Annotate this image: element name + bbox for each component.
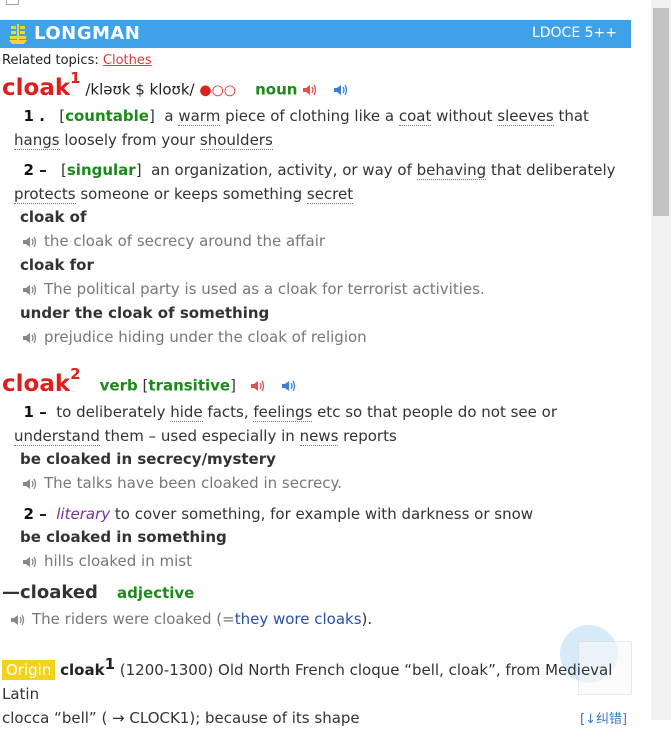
grammar-code: transitive bbox=[148, 376, 231, 395]
part-of-speech: adjective bbox=[117, 584, 195, 602]
collocation: be cloaked in secrecy/mystery bbox=[20, 450, 276, 468]
example-audio-icon[interactable] bbox=[22, 283, 38, 297]
derived-dash: — bbox=[2, 582, 20, 603]
example-audio-icon[interactable] bbox=[22, 555, 38, 569]
example-text: prejudice hiding under the cloak of reli… bbox=[44, 328, 367, 346]
homograph-number: 2 bbox=[70, 365, 81, 383]
part-of-speech: verb bbox=[99, 376, 138, 395]
sense-1: 1 . [countable] a warm piece of clothing… bbox=[14, 107, 589, 150]
example: prejudice hiding under the cloak of reli… bbox=[22, 328, 367, 346]
collocation: cloak of bbox=[20, 208, 87, 226]
american-audio-icon[interactable] bbox=[333, 83, 349, 97]
word-link[interactable]: shoulders bbox=[199, 131, 273, 150]
american-audio-icon[interactable] bbox=[281, 379, 297, 393]
word-link[interactable]: warm bbox=[178, 107, 221, 126]
headword: cloak2 bbox=[2, 365, 81, 397]
example-text: The political party is used as a cloak f… bbox=[44, 280, 485, 298]
checkbox[interactable] bbox=[6, 0, 19, 5]
example: The political party is used as a cloak f… bbox=[22, 280, 485, 298]
sense-2: 2 – [singular] an organization, activity… bbox=[14, 161, 616, 204]
derived-word: cloaked bbox=[20, 582, 98, 603]
related-topics-label: Related topics: bbox=[2, 53, 99, 68]
grammar-code: countable bbox=[65, 107, 149, 125]
word-link[interactable]: understand bbox=[14, 427, 100, 446]
word-link[interactable]: feelings bbox=[253, 403, 313, 422]
word-link[interactable]: sleeves bbox=[497, 107, 554, 126]
headword-text: cloak bbox=[2, 370, 71, 397]
example-audio-icon[interactable] bbox=[10, 613, 26, 627]
entry-header-verb: cloak2 verb [transitive] bbox=[2, 365, 297, 397]
origin-homograph: 1 bbox=[104, 655, 115, 673]
example-text: The talks have been cloaked in secrecy. bbox=[44, 474, 343, 492]
word-link[interactable]: hide bbox=[170, 403, 203, 422]
sense-number: 2 – bbox=[23, 161, 47, 179]
etymology: Origin cloak1 (1200-1300) Old North Fren… bbox=[2, 652, 632, 730]
part-of-speech: noun bbox=[255, 80, 298, 99]
example-audio-icon[interactable] bbox=[22, 235, 38, 249]
pronunciation: /kləʊk $ kloʊk/ bbox=[85, 80, 195, 99]
verb-sense-2: 2 – literary to cover something, for exa… bbox=[14, 502, 626, 526]
british-audio-icon[interactable] bbox=[250, 379, 266, 393]
headword: cloak1 bbox=[2, 69, 81, 101]
dictionary-banner: LONGMAN LDOCE 5++ bbox=[0, 20, 631, 48]
sense-number: 1 . bbox=[23, 107, 45, 125]
example-text: hills cloaked in mist bbox=[44, 552, 192, 570]
ship-logo-icon bbox=[9, 24, 27, 44]
collocation: be cloaked in something bbox=[20, 528, 227, 546]
entry-header-noun: cloak1 /kləʊk $ kloʊk/ ●○○ noun bbox=[2, 69, 349, 101]
vertical-scrollbar[interactable] bbox=[651, 0, 671, 720]
edition-label: LDOCE 5++ bbox=[531, 25, 617, 41]
sense-number: 1 – bbox=[23, 403, 47, 421]
example-text: the cloak of secrecy around the affair bbox=[44, 232, 326, 250]
homograph-number: 1 bbox=[70, 69, 81, 87]
frequency-dots: ●○○ bbox=[199, 82, 237, 99]
grammar-code: singular bbox=[66, 161, 136, 179]
collocation: cloak for bbox=[20, 256, 94, 274]
topic-link-clothes[interactable]: Clothes bbox=[103, 53, 152, 68]
origin-tag: Origin bbox=[2, 660, 56, 680]
word-link[interactable]: hangs bbox=[14, 131, 60, 150]
headword-text: cloak bbox=[2, 74, 71, 101]
origin-word: cloak bbox=[60, 661, 105, 679]
word-link[interactable]: behaving bbox=[416, 161, 487, 180]
verb-definition-2: to cover something, for example with dar… bbox=[114, 505, 534, 523]
example-gloss: they wore cloaks bbox=[234, 610, 362, 628]
scrollbar-thumb[interactable] bbox=[653, 8, 669, 216]
sense-number: 2 – bbox=[23, 505, 47, 523]
brand-name: LONGMAN bbox=[34, 23, 141, 44]
origin-text-2: clocca “bell” ( → CLOCK1); because of it… bbox=[2, 709, 360, 727]
related-topics: Related topics: Clothes bbox=[2, 53, 152, 68]
collocation: under the cloak of something bbox=[20, 304, 270, 322]
word-link[interactable]: protects bbox=[14, 185, 76, 204]
word-link[interactable]: coat bbox=[398, 107, 432, 126]
example: the cloak of secrecy around the affair bbox=[22, 232, 325, 250]
report-error-link[interactable]: [↓纠错] bbox=[580, 708, 627, 727]
example-text: The riders were cloaked (= bbox=[32, 610, 235, 628]
derived-form: —cloaked adjective bbox=[2, 582, 194, 603]
example-audio-icon[interactable] bbox=[22, 477, 38, 491]
example: The talks have been cloaked in secrecy. bbox=[22, 474, 342, 492]
word-link[interactable]: secret bbox=[306, 185, 354, 204]
example: hills cloaked in mist bbox=[22, 552, 192, 570]
example-text-end: ). bbox=[361, 610, 373, 628]
word-link[interactable]: news bbox=[299, 427, 339, 446]
verb-definition-1: to deliberately hide facts, feelings etc… bbox=[14, 403, 557, 446]
register-label: literary bbox=[56, 505, 111, 523]
previous-entry-strip bbox=[0, 0, 640, 8]
verb-sense-1: 1 – to deliberately hide facts, feelings… bbox=[14, 400, 626, 448]
example-audio-icon[interactable] bbox=[22, 331, 38, 345]
british-audio-icon[interactable] bbox=[302, 83, 318, 97]
example: The riders were cloaked (=they wore cloa… bbox=[10, 610, 372, 628]
